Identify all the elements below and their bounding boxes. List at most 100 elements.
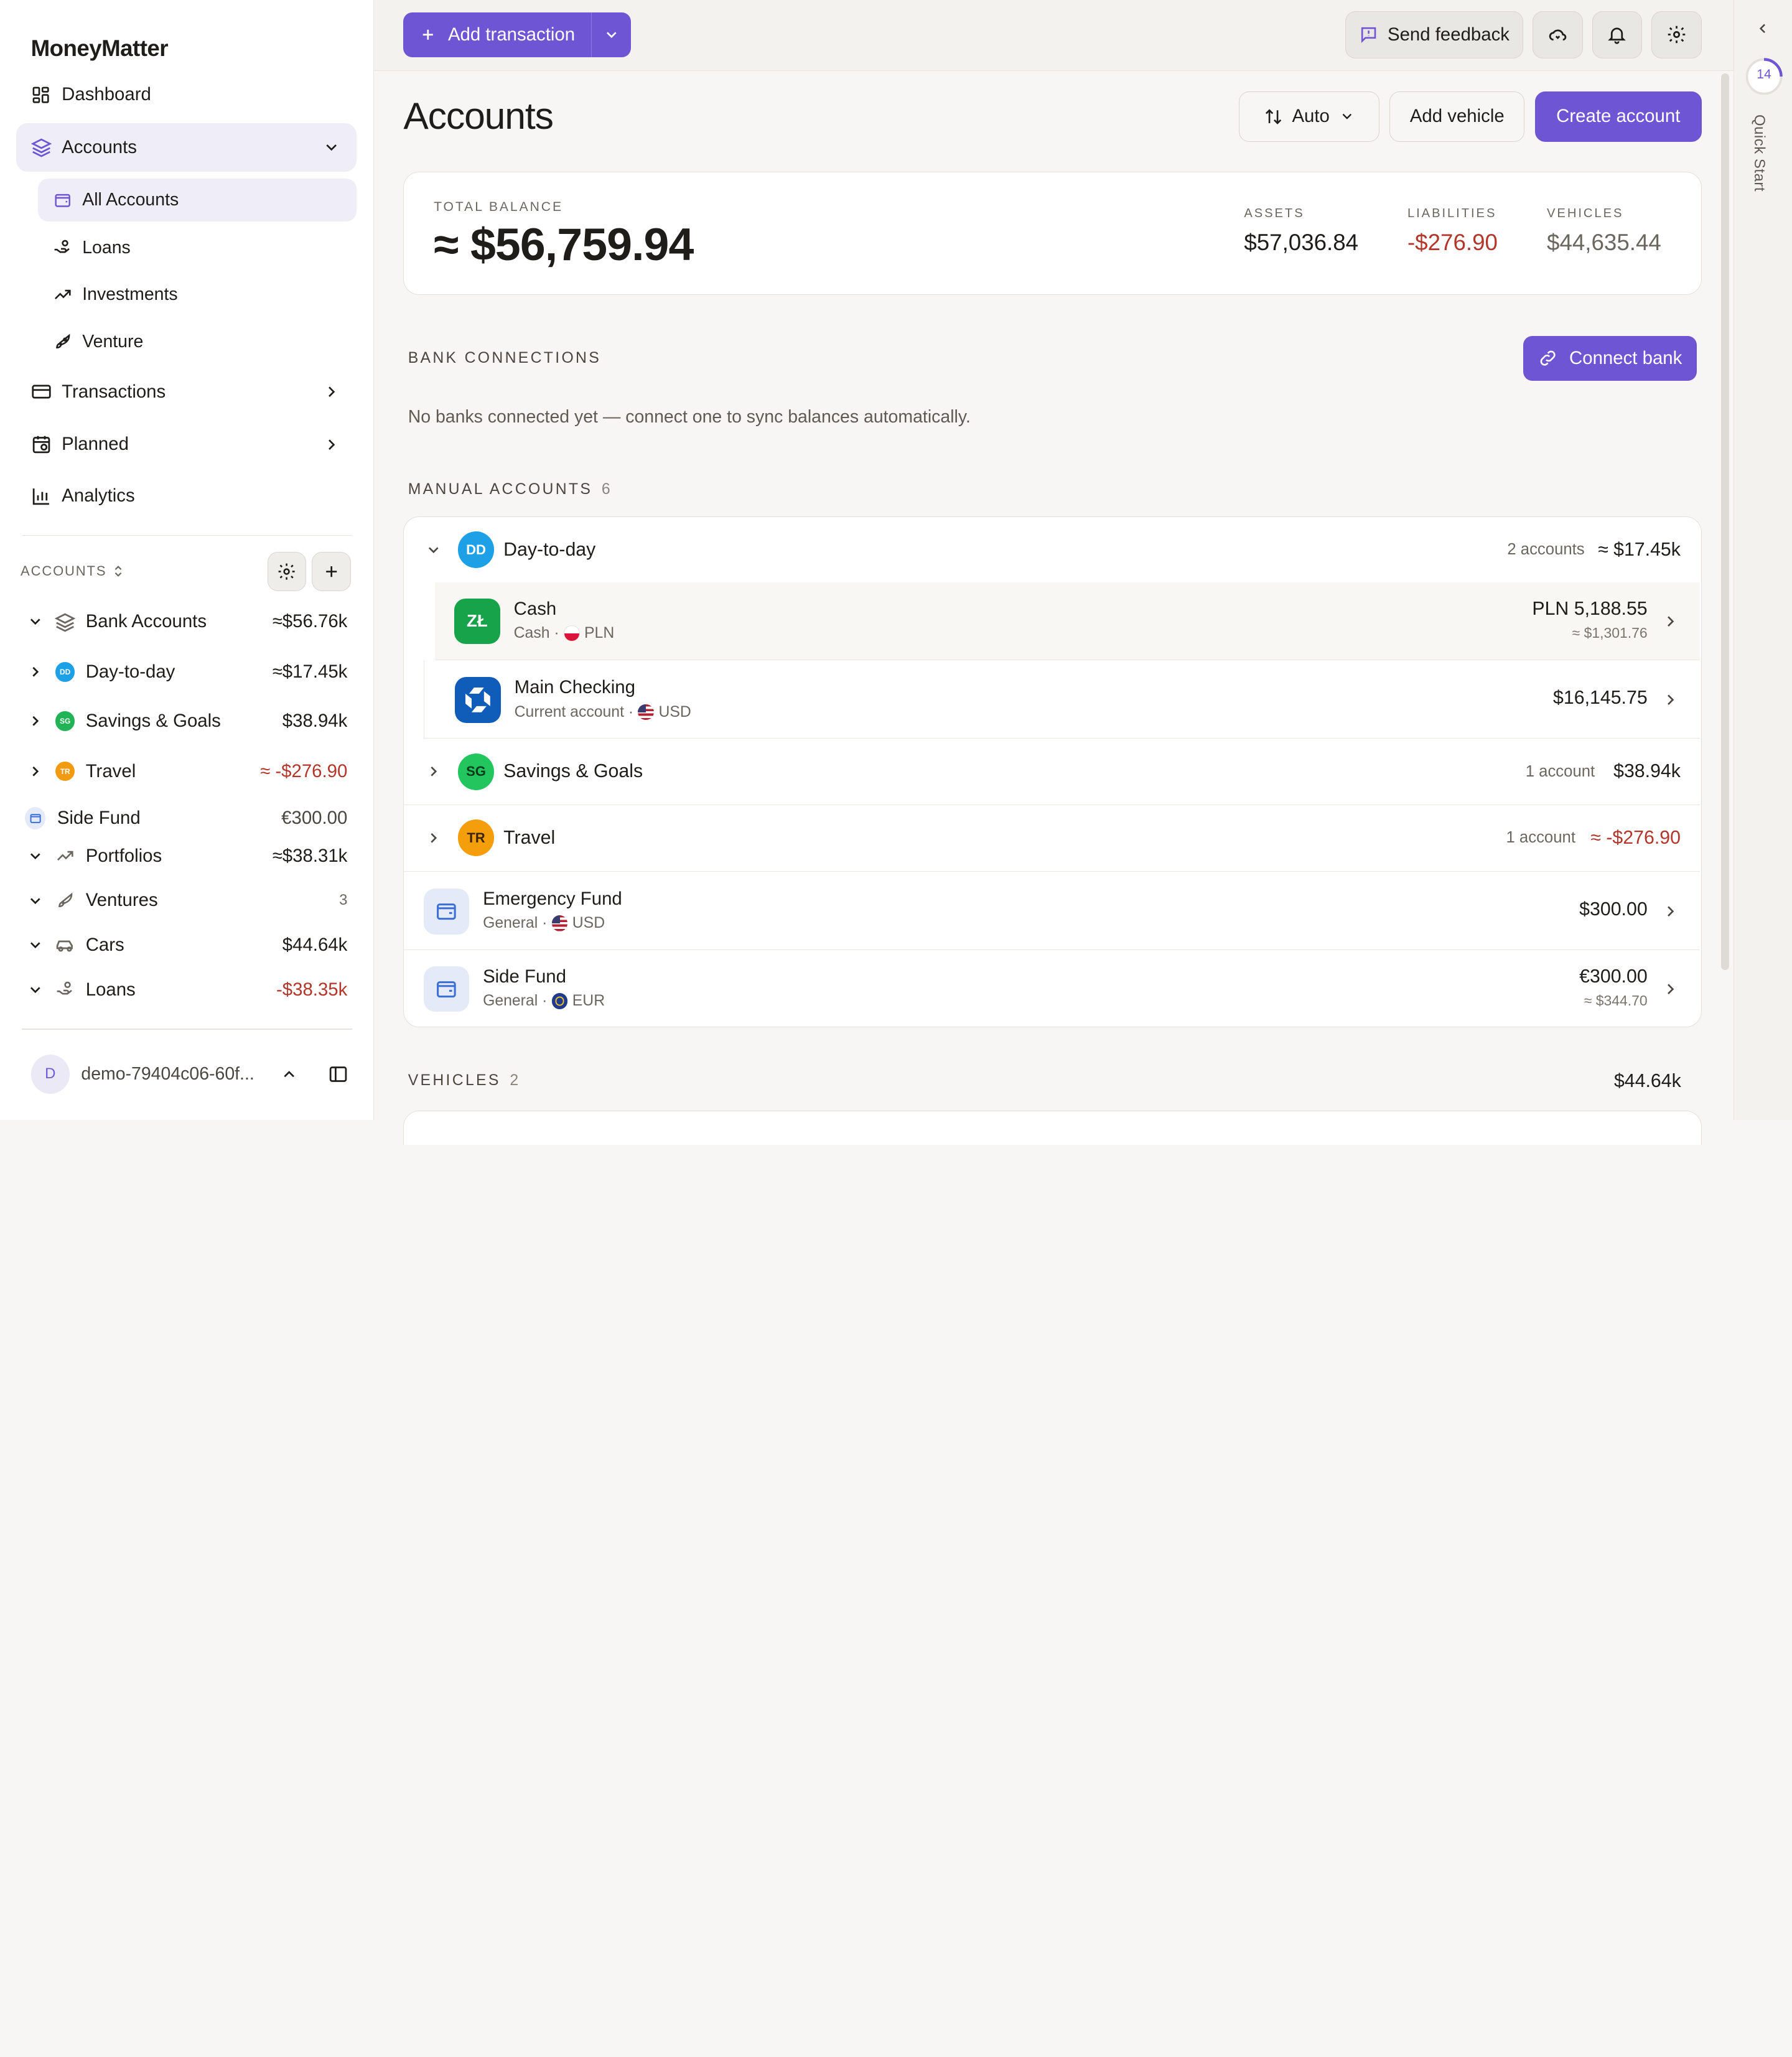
tree-item-loans[interactable]: Loans -$38.35k (25, 973, 352, 1007)
group-badge: TR (457, 819, 495, 857)
accounts-settings-button[interactable] (267, 552, 307, 591)
us-flag-icon (551, 915, 568, 932)
chevron-down-icon[interactable] (25, 612, 45, 632)
chevron-down-icon[interactable] (424, 539, 444, 560)
tree-item-savings-goals[interactable]: SG Savings & Goals $38.94k (25, 704, 352, 738)
vehicles-value: $44,635.44 (1547, 230, 1661, 256)
vehicles-title: VEHICLES (408, 1071, 501, 1089)
sidebar-item-investments[interactable]: Investments (38, 273, 357, 317)
manual-accounts-list: DD Day-to-day 2 accounts ≈ $17.45k ZŁ Ca… (403, 516, 1702, 1028)
sidebar-item-transactions[interactable]: Transactions (16, 368, 357, 416)
badge-text: DD (55, 662, 75, 682)
plus-icon (422, 29, 433, 40)
group-name: Savings & Goals (503, 761, 643, 782)
bank-connections-empty-state: No banks connected yet — connect one to … (408, 406, 971, 427)
sidebar-item-label: Accounts (62, 136, 137, 157)
trend-icon (55, 846, 75, 866)
main-content: Accounts Auto Add vehicle Create account… (374, 71, 1734, 1145)
badge-text: SG (55, 711, 75, 731)
tree-item-label: Savings & Goals (85, 710, 221, 731)
tree-item-bank-accounts[interactable]: Bank Accounts ≈$56.76k (25, 605, 352, 639)
chevron-right-icon (1667, 616, 1674, 627)
chevron-down-icon[interactable] (25, 846, 45, 866)
vehicles-header: VEHICLES 2 (408, 1072, 519, 1089)
sidebar-item-planned[interactable]: Planned (16, 421, 357, 469)
sidebar-item-dashboard[interactable]: Dashboard (16, 71, 357, 119)
credit-card-icon (31, 381, 52, 402)
chevron-right-icon[interactable] (25, 661, 45, 682)
sidebar-item-label: Venture (82, 331, 144, 352)
account-row-emergency-fund[interactable]: Emergency Fund General · USD $300.00 (404, 872, 1701, 951)
tree-item-day-to-day[interactable]: DD Day-to-day ≈$17.45k (25, 655, 352, 689)
group-account-count: 1 account (1506, 829, 1575, 847)
add-transaction-menu-button[interactable] (590, 12, 632, 57)
chevron-right-icon[interactable] (25, 711, 45, 731)
sidebar-item-loans[interactable]: Loans (38, 226, 357, 270)
group-badge-tr: TR (55, 761, 75, 781)
account-name: Side Fund (483, 966, 566, 987)
group-row-travel[interactable]: TR Travel 1 account ≈ -$276.90 (404, 805, 1701, 872)
account-row-main-checking[interactable]: Main Checking Current account · USD $16,… (423, 660, 1701, 739)
tree-item-label: Day-to-day (85, 661, 175, 682)
tree-item-value: €300.00 (281, 808, 348, 829)
send-feedback-button[interactable]: Send feedback (1345, 11, 1524, 58)
chevron-right-icon[interactable] (25, 761, 45, 781)
sidebar-item-all-accounts[interactable]: All Accounts (37, 178, 357, 222)
sidebar-item-accounts[interactable]: Accounts (16, 123, 357, 172)
create-account-button[interactable]: Create account (1534, 91, 1702, 142)
bar-chart-icon (31, 486, 52, 506)
sidebar-toggle-icon[interactable] (328, 1064, 348, 1084)
tree-item-value: -$38.35k (276, 979, 348, 1000)
group-row-day-to-day[interactable]: DD Day-to-day 2 accounts ≈ $17.45k (404, 517, 1700, 582)
sidebar-item-analytics[interactable]: Analytics (16, 472, 357, 520)
account-row-cash[interactable]: ZŁ Cash Cash · PLN PLN 5,188.55 ≈ $1,301… (434, 582, 1701, 660)
add-account-button[interactable] (312, 552, 351, 591)
chevron-right-icon[interactable] (424, 762, 444, 782)
account-row-side-fund[interactable]: Side Fund General · EUR €300.00 ≈ $344.7… (404, 950, 1700, 1027)
tree-item-ventures[interactable]: Ventures 3 (25, 884, 352, 918)
add-transaction-button[interactable]: Add transaction (403, 12, 591, 57)
connect-bank-button[interactable]: Connect bank (1523, 335, 1697, 381)
sidebar-item-venture[interactable]: Venture (38, 320, 357, 363)
main-scrollbar[interactable] (1721, 73, 1729, 971)
tree-item-side-fund[interactable]: Side Fund €300.00 (25, 801, 352, 836)
tree-item-count: 3 (339, 892, 348, 909)
chevron-down-icon (326, 144, 337, 151)
chevron-down-icon[interactable] (25, 935, 45, 955)
rocket-icon (55, 890, 75, 911)
chevron-down-icon[interactable] (25, 890, 45, 911)
dashboard-icon (31, 85, 52, 105)
sort-select[interactable]: Auto (1238, 91, 1379, 142)
account-subtitle: General · USD (483, 915, 605, 932)
account-subtitle: Cash · PLN (514, 625, 615, 642)
cash-icon: ZŁ (454, 598, 500, 645)
accounts-section-header[interactable]: ACCOUNTS (21, 563, 125, 579)
group-name: Travel (503, 827, 556, 848)
add-vehicle-button[interactable]: Add vehicle (1389, 91, 1525, 142)
chevron-up-icon[interactable] (280, 1065, 298, 1083)
tree-item-cars[interactable]: Cars $44.64k (25, 928, 352, 962)
sync-button[interactable] (1533, 11, 1583, 58)
account-currency: PLN (584, 624, 615, 641)
group-total: ≈ $17.45k (1598, 539, 1681, 560)
chevron-left-icon[interactable] (1755, 21, 1771, 37)
chevron-right-icon[interactable] (424, 828, 444, 848)
user-menu[interactable]: D demo-79404c06-60f... (30, 1053, 363, 1094)
assets-label: ASSETS (1244, 206, 1305, 220)
tree-item-label: Cars (85, 934, 124, 955)
plus-icon (326, 566, 337, 577)
tree-item-travel[interactable]: TR Travel ≈ -$276.90 (25, 754, 352, 788)
quick-start-label[interactable]: Quick Start (1750, 114, 1768, 192)
settings-button[interactable] (1651, 11, 1702, 58)
tree-item-label: Side Fund (57, 808, 141, 829)
chevron-right-icon (1667, 984, 1674, 995)
group-row-savings-goals[interactable]: SG Savings & Goals 1 account $38.94k (404, 739, 1701, 806)
tree-item-portfolios[interactable]: Portfolios ≈$38.31k (25, 839, 352, 873)
notifications-button[interactable] (1592, 11, 1643, 58)
sidebar-item-label: Dashboard (62, 84, 151, 105)
quick-start-progress[interactable]: 14 (1743, 56, 1785, 97)
user-name: demo-79404c06-60f... (81, 1063, 254, 1084)
chevron-down-icon[interactable] (25, 979, 45, 1000)
sort-select-value: Auto (1292, 106, 1330, 127)
sidebar-item-label: Analytics (62, 485, 135, 506)
